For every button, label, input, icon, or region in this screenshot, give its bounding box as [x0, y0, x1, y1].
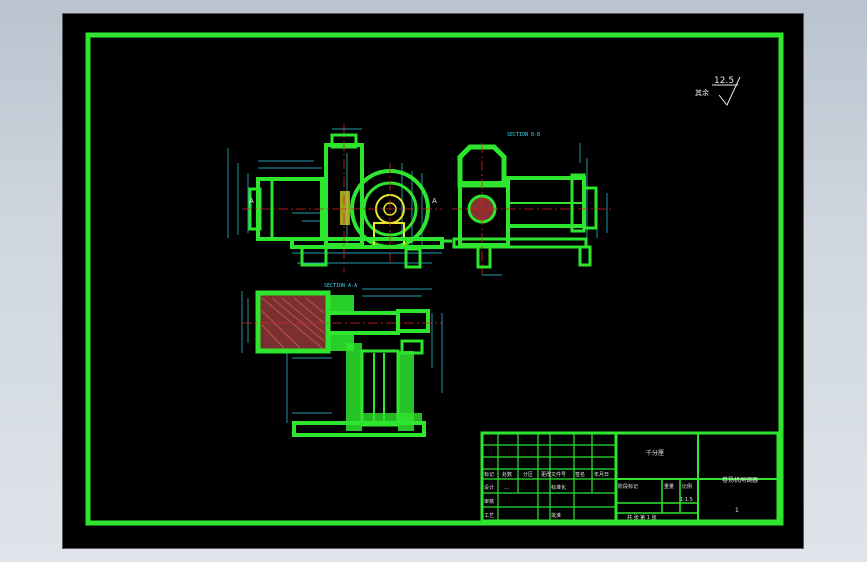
drawing-frame — [85, 32, 784, 526]
surface-finish-label: 其余 — [695, 88, 709, 97]
svg-text:…: … — [504, 485, 509, 491]
svg-text:更改文件号: 更改文件号 — [541, 471, 566, 478]
section-a-label: SECTION A-A — [324, 283, 357, 289]
cad-viewport[interactable]: 12.5 其余 A A SECTION B-B SECTION A-A 标记 处… — [62, 13, 804, 549]
svg-text:年月日: 年月日 — [594, 471, 609, 478]
svg-text:分区: 分区 — [523, 471, 533, 478]
surface-finish-value: 12.5 — [714, 76, 734, 86]
cut-label-left: A — [249, 197, 254, 205]
sheet-number: 1 — [735, 507, 739, 514]
svg-text:工艺: 工艺 — [484, 513, 494, 519]
title-block: 标记 处数 分区 更改文件号 签名 年月日 设计 … 标准化 审核 工艺 批准 … — [480, 431, 780, 523]
cut-label-right: A — [432, 197, 437, 205]
section-a-view: SECTION A-A — [241, 283, 443, 437]
svg-text:审核: 审核 — [484, 498, 494, 505]
svg-text:处数: 处数 — [502, 471, 512, 478]
svg-text:1:1.5: 1:1.5 — [680, 497, 693, 503]
svg-text:签名: 签名 — [575, 471, 585, 478]
company-name: 千分厘 — [646, 449, 664, 457]
svg-text:比例: 比例 — [682, 483, 692, 490]
svg-text:标记: 标记 — [484, 471, 494, 478]
surface-finish-symbol: 12.5 其余 — [695, 76, 741, 106]
svg-text:共 张 第 1 张: 共 张 第 1 张 — [627, 514, 657, 521]
section-b-label: SECTION B-B — [507, 132, 540, 138]
front-view: A A — [227, 123, 452, 273]
drawing-name: 卷扬机闸调器 — [722, 476, 758, 484]
svg-text:设计: 设计 — [484, 484, 494, 491]
svg-text:批准: 批准 — [551, 512, 561, 519]
svg-text:重量: 重量 — [664, 483, 674, 490]
section-b-view: SECTION B-B — [452, 132, 612, 276]
svg-text:标准化: 标准化 — [551, 484, 566, 491]
svg-text:阶段标记: 阶段标记 — [618, 483, 638, 490]
cad-drawing: 12.5 其余 A A SECTION B-B SECTION A-A 标记 处… — [85, 32, 784, 526]
